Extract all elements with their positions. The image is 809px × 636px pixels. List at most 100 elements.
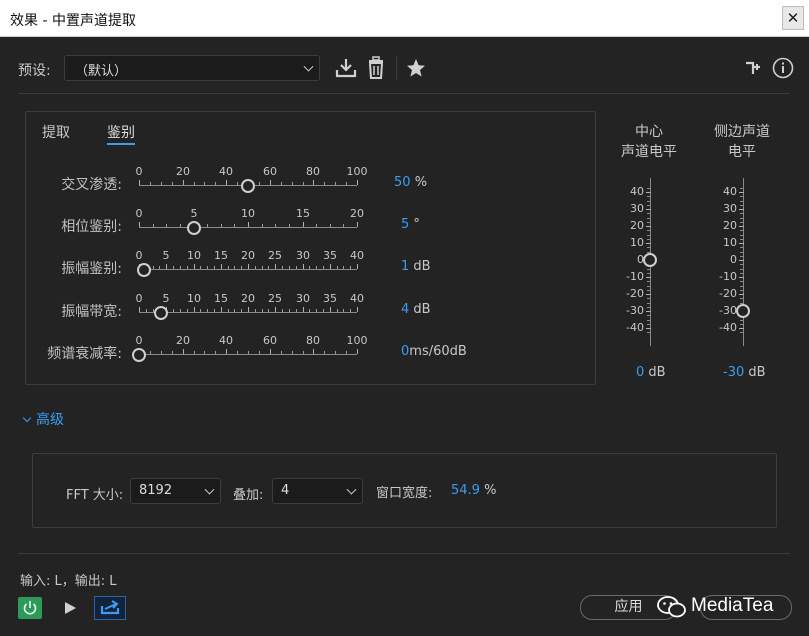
tab-discrimination[interactable]: 鉴别 <box>107 122 135 145</box>
level-tick-label: 10 <box>723 236 737 249</box>
slider-value-readout: 0ms/60dB <box>401 344 467 359</box>
slider-major-tick <box>357 264 358 269</box>
overlap-dropdown[interactable]: 4 <box>272 478 363 504</box>
side-level-value[interactable]: -30 <box>723 365 744 380</box>
slider-value[interactable]: 1 <box>401 259 409 274</box>
slider-major-tick <box>330 264 331 269</box>
level-major-tick <box>646 209 651 210</box>
slider-minor-tick <box>309 266 310 269</box>
slider-label: 相位鉴别: <box>61 219 122 235</box>
slider-tick-label: 60 <box>263 334 277 347</box>
slider-minor-tick <box>180 266 181 269</box>
slider-value[interactable]: 5 <box>401 217 409 232</box>
slider-knob[interactable] <box>132 348 146 362</box>
close-button[interactable]: ✕ <box>782 6 804 30</box>
slider-track[interactable] <box>139 312 357 313</box>
loop-preview-button[interactable] <box>94 596 126 620</box>
advanced-toggle[interactable]: 高级 <box>22 409 64 429</box>
level-minor-tick <box>740 230 743 231</box>
slider-major-tick <box>139 180 140 185</box>
level-major-tick <box>646 192 651 193</box>
slider-minor-tick <box>234 266 235 269</box>
slider-minor-tick <box>187 309 188 312</box>
slider-major-tick <box>313 349 314 354</box>
slider-track[interactable] <box>139 227 357 228</box>
side-level-slider: 40 30 20 10 0 -10 -20 -30 -40 <box>713 178 773 346</box>
level-knob[interactable] <box>736 304 750 318</box>
center-level-value[interactable]: 0 <box>636 365 644 380</box>
play-button[interactable] <box>60 598 80 618</box>
slider-tick-label: 15 <box>214 292 228 305</box>
slider-minor-tick <box>221 224 222 227</box>
slider-tick-label: 10 <box>187 249 201 262</box>
slider-major-tick <box>226 349 227 354</box>
slider-tick-label: 20 <box>241 249 255 262</box>
power-toggle-button[interactable] <box>18 597 42 619</box>
slider-tick-label: 0 <box>135 334 143 347</box>
slider-tick-label: 0 <box>135 249 143 262</box>
slider-minor-tick <box>268 266 269 269</box>
level-track[interactable] <box>743 178 744 346</box>
wechat-icon <box>657 596 686 618</box>
level-minor-tick <box>740 218 743 219</box>
delete-preset-button[interactable] <box>365 56 387 80</box>
level-minor-tick <box>647 205 650 206</box>
slider-minor-tick <box>259 182 260 185</box>
slider-minor-tick <box>172 351 173 354</box>
level-minor-tick <box>647 332 650 333</box>
preset-label: 预设: <box>18 63 51 79</box>
level-major-tick <box>739 277 744 278</box>
slider-major-tick <box>221 264 222 269</box>
slider-minor-tick <box>346 351 347 354</box>
slider-major-tick <box>357 180 358 185</box>
level-minor-tick <box>647 213 650 214</box>
slider-track[interactable] <box>139 269 357 270</box>
level-minor-tick <box>647 303 650 304</box>
preset-value: （默认） <box>75 64 128 79</box>
slider-knob[interactable] <box>137 263 151 277</box>
window-width-value[interactable]: 54.9 <box>451 483 480 498</box>
center-level-unit: dB <box>648 365 666 380</box>
slider-minor-tick <box>335 351 336 354</box>
level-knob[interactable] <box>643 253 657 267</box>
slider-knob[interactable] <box>241 179 255 193</box>
slider-track[interactable] <box>139 354 357 355</box>
side-level-label-line1: 侧边声道 <box>714 124 770 140</box>
window-width-unit: % <box>484 483 497 498</box>
slider-minor-tick <box>316 266 317 269</box>
watermark-text: MediaTea <box>691 595 774 616</box>
level-major-tick <box>739 226 744 227</box>
slider-knob[interactable] <box>187 221 201 235</box>
favorite-button[interactable] <box>405 56 427 80</box>
slider-major-tick <box>303 222 304 227</box>
preset-dropdown[interactable]: （默认） <box>64 55 320 81</box>
side-level-readout: -30 dB <box>723 365 766 380</box>
slider-minor-tick <box>172 182 173 185</box>
fft-size-label: FFT 大小: <box>66 488 124 503</box>
slider-value[interactable]: 4 <box>401 302 409 317</box>
slider-knob[interactable] <box>154 306 168 320</box>
slider-tick-label: 100 <box>346 165 368 178</box>
channel-routing-button[interactable] <box>744 58 764 78</box>
window-width-readout: 54.9 % <box>451 483 496 498</box>
slider-minor-tick <box>204 182 205 185</box>
slider-unit: dB <box>413 302 431 317</box>
slider-minor-tick <box>187 266 188 269</box>
slider-major-tick <box>357 307 358 312</box>
slider-unit: ° <box>413 217 420 232</box>
fft-size-dropdown[interactable]: 8192 <box>130 478 221 504</box>
tab-extract[interactable]: 提取 <box>42 122 70 142</box>
save-preset-button[interactable] <box>335 56 357 80</box>
slider-minor-tick <box>215 351 216 354</box>
slider-value[interactable]: 50 <box>394 175 411 190</box>
slider-tick-label: 20 <box>241 292 255 305</box>
footer-separator <box>18 553 790 554</box>
slider-tick-label: 30 <box>296 249 310 262</box>
slider-label: 振幅鉴别: <box>61 261 122 277</box>
slider-minor-tick <box>350 266 351 269</box>
slider-minor-tick <box>161 351 162 354</box>
level-major-tick <box>646 294 651 295</box>
slider-major-tick <box>303 264 304 269</box>
info-button[interactable] <box>772 57 794 79</box>
level-tick-label: 20 <box>630 219 644 232</box>
